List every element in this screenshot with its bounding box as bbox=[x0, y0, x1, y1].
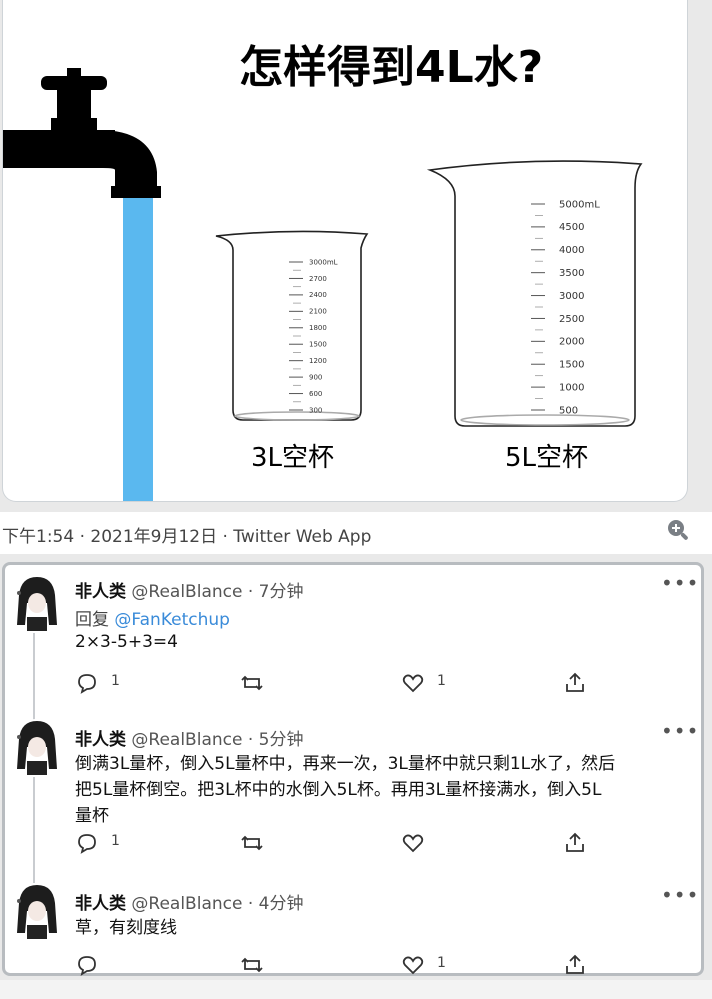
avatar[interactable] bbox=[11, 881, 61, 939]
share-icon bbox=[566, 672, 584, 692]
heart-icon bbox=[402, 956, 424, 975]
scale-label: 2000 bbox=[559, 337, 584, 348]
retweet-icon bbox=[241, 957, 263, 973]
water-stream bbox=[123, 198, 153, 501]
more-options-icon[interactable]: ••• bbox=[661, 719, 699, 743]
avatar[interactable] bbox=[11, 573, 61, 631]
small-cup-label: 3L空杯 bbox=[251, 443, 334, 473]
scale-label: 2400 bbox=[309, 291, 327, 299]
scale-label: 3000mL bbox=[309, 258, 338, 266]
small-cup-scale: 3000mL 2700 2400 2100 1800 1500 1200 900 600 300 bbox=[289, 258, 338, 414]
scale-label: 2500 bbox=[559, 314, 584, 325]
tweet-meta-row: 下午1:54 · 2021年9月12日 · Twitter Web App bbox=[0, 512, 712, 554]
scale-label: 2100 bbox=[309, 308, 327, 316]
scale-label: 1500 bbox=[309, 341, 327, 349]
puzzle-title: 怎样得到4L水? bbox=[239, 42, 543, 93]
zoom-in-icon[interactable] bbox=[666, 518, 690, 542]
reply-icon bbox=[78, 674, 96, 694]
replies-panel: 非人类 @RealBlance · 7分钟 ••• 回复 @FanKetchup… bbox=[2, 562, 704, 976]
scale-label: 1000 bbox=[559, 382, 584, 393]
action-bar: 1 1 bbox=[75, 671, 615, 695]
reply-icon bbox=[78, 956, 96, 976]
reply-header: 非人类 @RealBlance · 5分钟 bbox=[75, 725, 303, 750]
avatar[interactable] bbox=[11, 717, 61, 775]
more-options-icon[interactable]: ••• bbox=[661, 571, 699, 595]
action-bar: 1 bbox=[75, 831, 615, 855]
reply-text: 倒满3L量杯，倒入5L量杯中，再来一次，3L量杯中就只剩1L水了，然后 把5L量… bbox=[75, 751, 685, 829]
page-bottom bbox=[0, 980, 712, 999]
scale-label: 2700 bbox=[309, 275, 327, 283]
reply-count: 1 bbox=[111, 673, 120, 689]
reply-tweet[interactable]: 非人类 @RealBlance · 7分钟 ••• 回复 @FanKetchup… bbox=[5, 569, 701, 725]
reply-tweet[interactable]: 非人类 @RealBlance · 4分钟 ••• 草，有刻度线 1 bbox=[5, 881, 701, 976]
like-count: 1 bbox=[437, 955, 446, 971]
scale-label: 4000 bbox=[559, 245, 584, 256]
heart-icon bbox=[402, 834, 424, 853]
scale-label: 500 bbox=[559, 405, 578, 416]
reply-tweet[interactable]: 非人类 @RealBlance · 5分钟 ••• 倒满3L量杯，倒入5L量杯中… bbox=[5, 717, 701, 883]
like-count: 1 bbox=[437, 673, 446, 689]
replying-prefix: 回复 bbox=[75, 610, 109, 630]
scale-label: 5000mL bbox=[559, 199, 600, 210]
tweet-image[interactable]: 怎样得到4L水? 3000mL 2700 2400 2100 1800 1500 1200 9… bbox=[2, 0, 688, 502]
retweet-icon bbox=[241, 835, 263, 851]
large-cup-label: 5L空杯 bbox=[505, 443, 588, 473]
faucet-icon bbox=[3, 68, 161, 198]
reply-header: 非人类 @RealBlance · 4分钟 bbox=[75, 889, 303, 914]
reply-text: 2×3-5+3=4 bbox=[75, 632, 178, 652]
display-name[interactable]: 非人类 bbox=[75, 730, 126, 750]
thread-connector bbox=[33, 633, 35, 725]
action-bar: 1 bbox=[75, 953, 615, 977]
scale-label: 3500 bbox=[559, 268, 584, 279]
retweet-icon bbox=[241, 675, 263, 691]
mention-link[interactable]: @FanKetchup bbox=[114, 610, 230, 630]
reply-text-line: 倒满3L量杯，倒入5L量杯中，再来一次，3L量杯中就只剩1L水了，然后 bbox=[75, 754, 616, 774]
scale-label: 1800 bbox=[309, 324, 327, 332]
heart-icon bbox=[402, 674, 424, 693]
scale-label: 1200 bbox=[309, 357, 327, 365]
puzzle-illustration: 怎样得到4L水? 3000mL 2700 2400 2100 1800 1500 1200 9… bbox=[3, 42, 643, 501]
scale-label: 1500 bbox=[559, 360, 584, 371]
scale-label: 300 bbox=[309, 406, 322, 414]
reply-text: 草，有刻度线 bbox=[75, 918, 177, 938]
scale-label: 4500 bbox=[559, 222, 584, 233]
more-options-icon[interactable]: ••• bbox=[661, 883, 699, 907]
scale-label: 600 bbox=[309, 390, 322, 398]
tweet-timestamp[interactable]: 下午1:54 · 2021年9月12日 · Twitter Web App bbox=[2, 522, 371, 547]
large-cup-drawing bbox=[426, 160, 643, 427]
display-name[interactable]: 非人类 bbox=[75, 894, 126, 914]
share-icon bbox=[566, 954, 584, 974]
reply-icon bbox=[78, 834, 96, 854]
reply-text-line: 量杯 bbox=[75, 806, 109, 826]
scale-label: 3000 bbox=[559, 291, 584, 302]
thread-connector bbox=[33, 777, 35, 883]
reply-text-line: 把5L量杯倒空。把3L杯中的水倒入5L杯。再用3L量杯接满水，倒入5L bbox=[75, 780, 602, 800]
reply-count: 1 bbox=[111, 833, 120, 849]
replying-to: 回复 @FanKetchup bbox=[75, 605, 230, 630]
display-name[interactable]: 非人类 bbox=[75, 582, 126, 602]
scale-label: 900 bbox=[309, 373, 322, 381]
handle-time: @RealBlance · 5分钟 bbox=[131, 730, 304, 750]
reply-header: 非人类 @RealBlance · 7分钟 bbox=[75, 577, 303, 602]
handle-time: @RealBlance · 4分钟 bbox=[131, 894, 304, 914]
share-icon bbox=[566, 832, 584, 852]
handle-time: @RealBlance · 7分钟 bbox=[131, 582, 304, 602]
small-cup-drawing bbox=[215, 230, 369, 421]
large-cup-scale: 5000mL 4500 4000 3500 3000 2500 2000 1500 1000 50… bbox=[531, 199, 600, 416]
